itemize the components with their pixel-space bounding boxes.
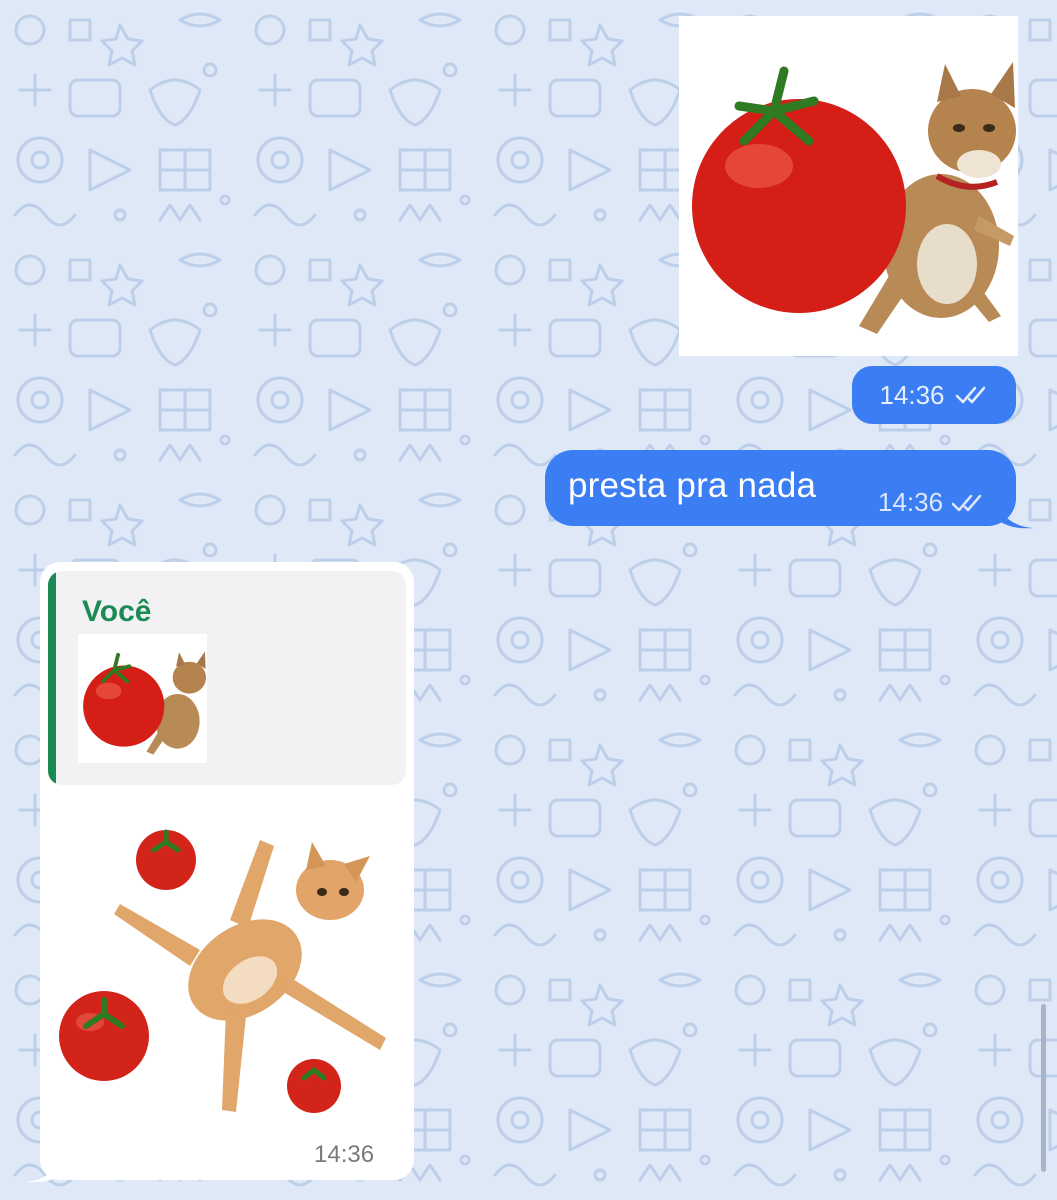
quote-thumbnail [78, 634, 207, 763]
outgoing-sticker[interactable] [679, 16, 1018, 356]
cat-with-tomatoes-sticker-icon [59, 829, 386, 1113]
tomato-cat-sticker-icon [692, 62, 1016, 334]
scrollbar[interactable] [1041, 1004, 1046, 1172]
message-time: 14:36 [314, 1141, 375, 1168]
quote-accent-bar [48, 571, 56, 785]
double-check-icon [955, 386, 985, 404]
tomato-icon [287, 1059, 341, 1113]
message-time: 14:36 [879, 379, 945, 410]
quote-author: Você [82, 595, 152, 628]
tomato-icon [59, 991, 149, 1081]
double-check-icon [951, 494, 982, 511]
tomato-icon [136, 829, 196, 890]
incoming-sticker[interactable] [50, 800, 406, 1130]
tomato-cat-sticker-icon [83, 651, 207, 755]
sticker-time-pill: 14:36 [852, 366, 1016, 424]
message-meta: 14:36 [878, 487, 985, 518]
message-text: presta pra nada [568, 466, 817, 505]
message-time: 14:36 [878, 487, 944, 517]
reply-quote[interactable]: Você [48, 571, 406, 785]
